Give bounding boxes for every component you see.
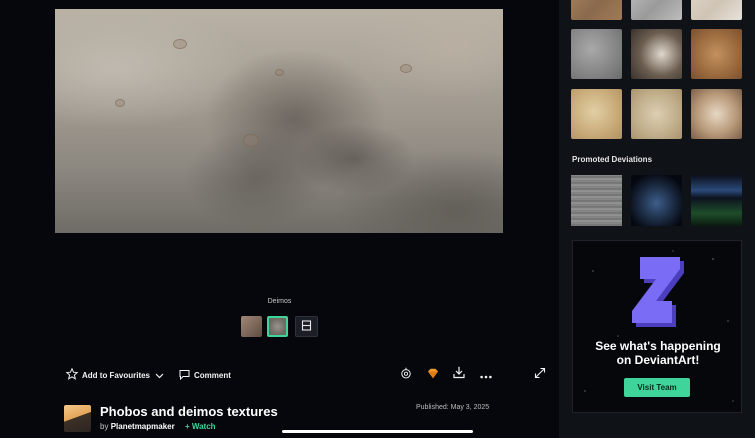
comment-button[interactable]: Comment — [179, 366, 231, 384]
add-to-favourites-button[interactable]: Add to Favourites — [65, 366, 151, 384]
give-points-button[interactable] — [425, 366, 441, 384]
related-thumbnail-8[interactable] — [631, 89, 682, 139]
favourite-options-dropdown[interactable] — [151, 366, 167, 384]
sidebar: Promoted Deviations See what's happening… — [559, 0, 755, 438]
published-date: Published: May 3, 2025 — [416, 404, 490, 411]
deviation-title: Phobos and deimos textures — [100, 404, 278, 419]
main-content: Deimos Add to Favourites Comment Phobos … — [0, 0, 559, 438]
promoted-thumbnail-2[interactable] — [631, 175, 682, 226]
related-thumbnail-9[interactable] — [691, 89, 742, 139]
related-thumbnail-4[interactable] — [571, 29, 622, 79]
related-thumbnail-2[interactable] — [631, 0, 682, 20]
related-thumbnail-1[interactable] — [571, 0, 622, 20]
download-icon — [453, 366, 465, 384]
byline: by Planetmapmaker + Watch — [100, 422, 216, 431]
gem-icon — [427, 366, 439, 384]
home-indicator — [282, 430, 473, 433]
related-thumbnail-5[interactable] — [631, 29, 682, 79]
expand-icon — [534, 366, 546, 384]
promoted-thumbnail-3[interactable] — [691, 175, 742, 226]
gallery-thumbnail-1[interactable] — [241, 316, 262, 337]
more-options-button[interactable] — [478, 366, 494, 384]
favourite-label: Add to Favourites — [82, 370, 151, 380]
related-thumbnail-7[interactable] — [571, 89, 622, 139]
fullscreen-button[interactable] — [532, 366, 548, 384]
badge-button[interactable] — [398, 366, 414, 384]
related-thumbnail-6[interactable] — [691, 29, 742, 79]
deviantart-logo-icon — [630, 257, 686, 336]
watch-button[interactable]: + Watch — [185, 422, 216, 431]
chevron-down-icon — [155, 366, 164, 384]
author-link[interactable]: Planetmapmaker — [111, 422, 175, 431]
gallery-thumbnail-2-selected[interactable] — [267, 316, 288, 337]
comment-label: Comment — [194, 370, 231, 380]
byline-prefix: by — [100, 422, 109, 431]
related-thumbnail-3[interactable] — [691, 0, 742, 20]
promo-headline-line-2: on DeviantArt! — [616, 353, 700, 367]
more-dots-icon — [480, 366, 492, 384]
speech-bubble-icon — [179, 369, 190, 382]
deviantart-promo-card: See what's happening on DeviantArt! Visi… — [572, 240, 742, 413]
author-avatar[interactable] — [64, 405, 91, 432]
action-bar: Add to Favourites Comment — [65, 366, 548, 384]
filmstrip-button[interactable] — [295, 316, 318, 337]
deviation-image[interactable] — [55, 9, 503, 233]
download-button[interactable] — [451, 366, 467, 384]
badge-icon — [400, 366, 412, 384]
image-title: Deimos — [267, 298, 292, 305]
promoted-thumbnail-1[interactable] — [571, 175, 622, 226]
promoted-deviations-heading: Promoted Deviations — [572, 155, 653, 164]
promo-headline-line-1: See what's happening — [595, 339, 721, 353]
promo-headline: See what's happening on DeviantArt! — [573, 339, 741, 367]
star-outline-icon — [65, 367, 79, 382]
visit-team-button[interactable]: Visit Team — [624, 378, 690, 397]
filmstrip-icon — [301, 318, 312, 336]
